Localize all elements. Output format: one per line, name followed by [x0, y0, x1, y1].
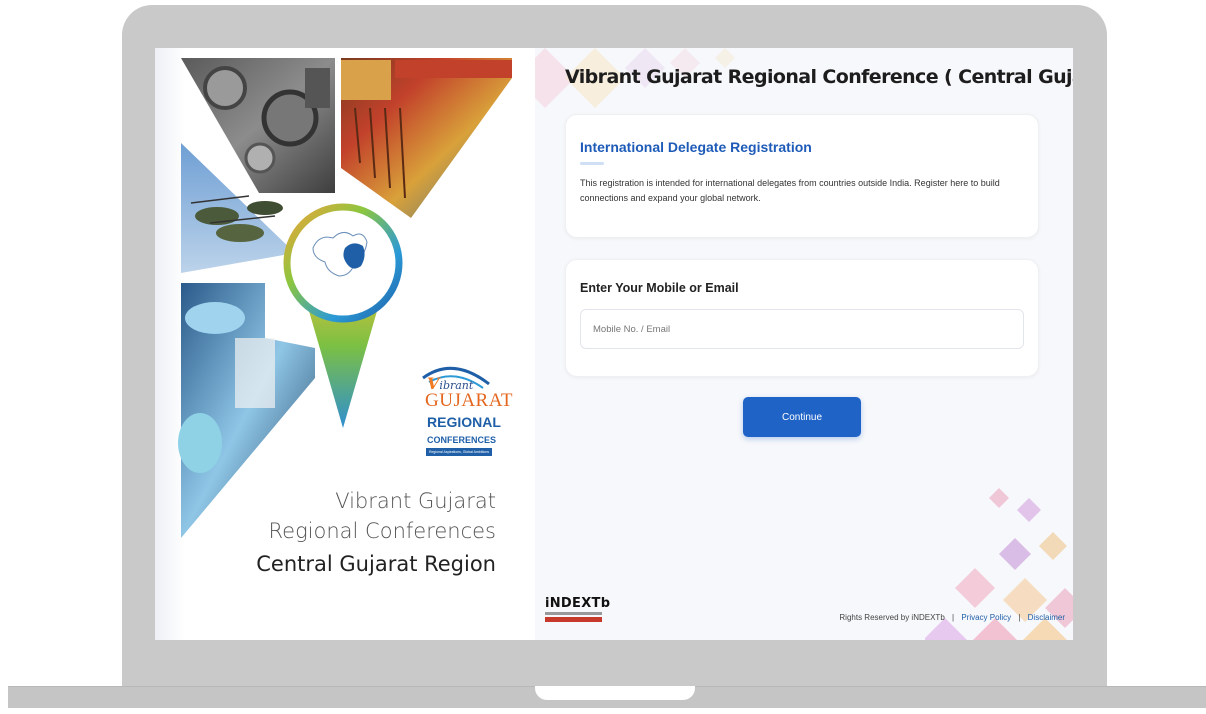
title-underline	[580, 162, 604, 165]
logo-regional-text: REGIONAL	[427, 414, 501, 430]
registration-info-card: International Delegate Registration This…	[565, 114, 1039, 238]
indextb-logo-text: iNDEXTb	[545, 596, 611, 611]
rights-text: Rights Reserved by iNDEXTb	[839, 613, 945, 622]
privacy-policy-link[interactable]: Privacy Policy	[961, 613, 1011, 622]
banner-title-line1: Vibrant Gujarat	[335, 489, 496, 513]
page-title: Vibrant Gujarat Regional Conference ( Ce…	[565, 66, 1073, 88]
registration-description: This registration is intended for intern…	[580, 178, 1000, 203]
logo-conferences-text: CONFERENCES	[427, 435, 497, 445]
banner-title: Vibrant Gujarat Regional Conferences Cen…	[256, 486, 496, 582]
indextb-logo[interactable]: iNDEXTb	[545, 596, 611, 630]
banner-title-line2: Regional Conferences	[268, 519, 496, 543]
disclaimer-link[interactable]: Disclaimer	[1028, 613, 1065, 622]
banner-title-line3: Central Gujarat Region	[256, 552, 496, 576]
mobile-email-label: Enter Your Mobile or Email	[580, 281, 739, 295]
mobile-email-input[interactable]	[580, 309, 1024, 349]
separator: |	[952, 613, 955, 622]
separator: |	[1018, 613, 1021, 622]
laptop-screen: Vibrant GUJARAT REGIONAL CONFERENCES Reg…	[155, 48, 1073, 640]
login-card: Enter Your Mobile or Email	[565, 259, 1039, 377]
registration-card-title: International Delegate Registration	[580, 139, 812, 155]
laptop-notch	[535, 686, 695, 700]
vibrant-gujarat-logo: Vibrant GUJARAT REGIONAL CONFERENCES Reg…	[423, 360, 512, 464]
footer-links: Rights Reserved by iNDEXTb | Privacy Pol…	[839, 613, 1065, 622]
logo-gujarat-text: GUJARAT	[425, 390, 513, 411]
left-banner-panel: Vibrant GUJARAT REGIONAL CONFERENCES Reg…	[155, 48, 515, 640]
continue-button[interactable]: Continue	[743, 397, 861, 437]
registration-panel: Vibrant Gujarat Regional Conference ( Ce…	[535, 48, 1073, 640]
logo-tagline: Regional Aspirations, Global Ambitions	[426, 448, 492, 456]
